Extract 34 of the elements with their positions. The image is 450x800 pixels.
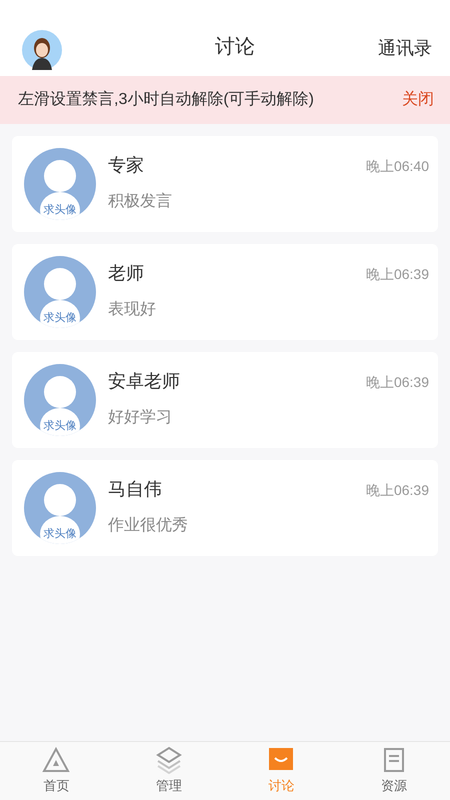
chat-name: 马自伟 [108, 478, 163, 500]
notice-text: 左滑设置禁言,3小时自动解除(可手动解除) [18, 90, 314, 110]
chat-name: 专家 [108, 154, 145, 176]
contacts-link[interactable]: 通讯录 [378, 35, 432, 62]
user-avatar-icon[interactable] [22, 30, 62, 70]
layers-icon [154, 746, 183, 774]
chat-time: 晚上06:39 [366, 265, 429, 284]
avatar-label: 求头像 [42, 312, 78, 324]
face-drawing [40, 266, 80, 328]
chat-message: 表现好 [108, 300, 157, 320]
triangle-icon [42, 746, 70, 774]
chat-time: 晚上06:40 [366, 157, 429, 176]
chat-message: 好好学习 [108, 408, 173, 428]
avatar-label: 求头像 [42, 420, 78, 432]
face-drawing [40, 482, 80, 544]
chat-name: 安卓老师 [108, 370, 181, 392]
chat-message: 作业很优秀 [108, 516, 189, 536]
face-drawing [40, 374, 80, 436]
close-link[interactable]: 关闭 [402, 88, 434, 112]
tab[interactable]: 资源 [338, 742, 450, 800]
face-drawing [40, 158, 80, 220]
chat-card[interactable]: 求头像 老师 表现好 晚上06:39 [12, 244, 438, 340]
avatar-label: 求头像 [42, 528, 78, 540]
tab[interactable]: 管理 [112, 742, 225, 800]
chat-card[interactable]: 求头像 马自伟 作业很优秀 晚上06:39 [12, 460, 438, 556]
avatar-label: 求头像 [42, 204, 78, 216]
chat-time: 晚上06:39 [366, 373, 429, 392]
chat-name: 老师 [108, 262, 145, 284]
chat-card[interactable]: 求头像 安卓老师 好好学习 晚上06:39 [12, 352, 438, 448]
chat-card[interactable]: 求头像 专家 积极发言 晚上06:40 [12, 136, 438, 232]
tab[interactable]: 首页 [0, 742, 112, 800]
page-title: 讨论 [215, 35, 255, 60]
chat-message: 积极发言 [108, 192, 173, 212]
chat-time: 晚上06:39 [366, 481, 429, 500]
